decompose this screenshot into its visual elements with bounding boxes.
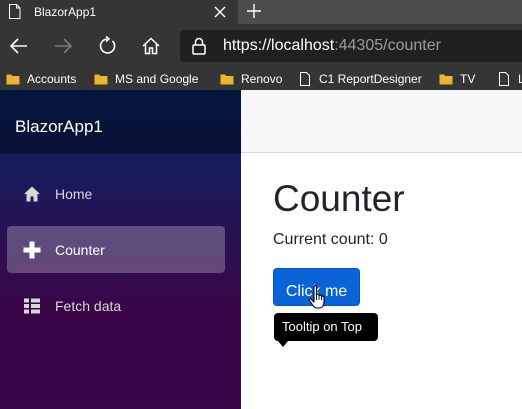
favorite-c1-reportdesigner[interactable]: C1 ReportDesigner	[298, 71, 422, 87]
url-text[interactable]: https://localhost:44305/counter	[223, 37, 441, 55]
sidebar-item-label: Home	[55, 186, 93, 202]
favorite-renovo[interactable]: Renovo	[220, 71, 282, 87]
url-host: localhost	[271, 37, 335, 54]
main-content: Counter Current count: 0 Click me Toolti…	[241, 154, 522, 409]
favorite-label: Renovo	[241, 72, 283, 86]
favorite-ms-and-google[interactable]: MS and Google	[94, 71, 198, 87]
arrow-right-icon[interactable]	[53, 36, 73, 56]
tab-blazorapp1[interactable]: BlazorApp1	[0, 0, 238, 24]
lock-icon[interactable]	[192, 37, 206, 55]
sidebar-item-label: Fetch data	[55, 298, 122, 314]
favorite-accounts[interactable]: Accounts	[6, 71, 76, 87]
brand-link[interactable]: BlazorApp1	[15, 118, 103, 136]
plus-icon	[23, 241, 41, 259]
folder-icon	[439, 74, 453, 85]
favorites-bar: Accounts MS and Google Renovo C1 ReportD…	[0, 68, 522, 90]
navigation-bar: https://localhost:44305/counter	[0, 24, 522, 68]
favorite-tv[interactable]: TV	[439, 71, 475, 87]
favorite-lo[interactable]: Lo	[497, 71, 522, 87]
list-icon	[24, 298, 40, 314]
page-title: Counter	[273, 178, 405, 219]
document-icon	[300, 72, 310, 86]
sidebar-item-home[interactable]: Home	[7, 170, 225, 217]
browser-window: BlazorApp1 https://localhost:44305/count…	[0, 0, 522, 409]
sidebar: BlazorApp1 Home Counter Fetch data	[0, 90, 241, 409]
favorite-label: Accounts	[27, 72, 77, 86]
hand-cursor-icon	[308, 284, 325, 309]
favorite-label: TV	[460, 72, 476, 86]
close-icon[interactable]	[212, 4, 228, 20]
sidebar-item-fetch-data[interactable]: Fetch data	[7, 282, 225, 329]
tooltip-arrow	[278, 341, 288, 347]
page-viewport: BlazorApp1 Home Counter Fetch data Count…	[0, 90, 522, 409]
tooltip: Tooltip on Top	[274, 313, 378, 341]
sidebar-item-counter[interactable]: Counter	[7, 226, 225, 273]
tab-strip: BlazorApp1	[0, 0, 522, 24]
favorite-label: C1 ReportDesigner	[319, 72, 422, 86]
current-count: Current count: 0	[273, 231, 388, 248]
folder-icon	[94, 74, 108, 85]
folder-icon	[6, 74, 20, 85]
sidebar-header: BlazorApp1	[0, 90, 241, 154]
refresh-icon[interactable]	[97, 36, 117, 56]
tab-title: BlazorApp1	[34, 5, 97, 19]
favorite-label: MS and Google	[115, 72, 199, 86]
folder-icon	[220, 74, 234, 85]
sidebar-item-label: Counter	[55, 242, 105, 258]
url-scheme: https://	[223, 37, 272, 54]
plus-icon[interactable]	[246, 3, 262, 19]
arrow-left-icon[interactable]	[9, 36, 29, 56]
document-icon	[9, 4, 21, 19]
url-path: :44305/counter	[334, 37, 441, 54]
favorite-label: Lo	[518, 72, 522, 86]
document-icon	[499, 72, 509, 86]
top-row	[241, 90, 522, 153]
home-icon	[24, 186, 40, 202]
home-icon[interactable]	[141, 36, 161, 56]
address-bar[interactable]: https://localhost:44305/counter	[180, 30, 522, 62]
